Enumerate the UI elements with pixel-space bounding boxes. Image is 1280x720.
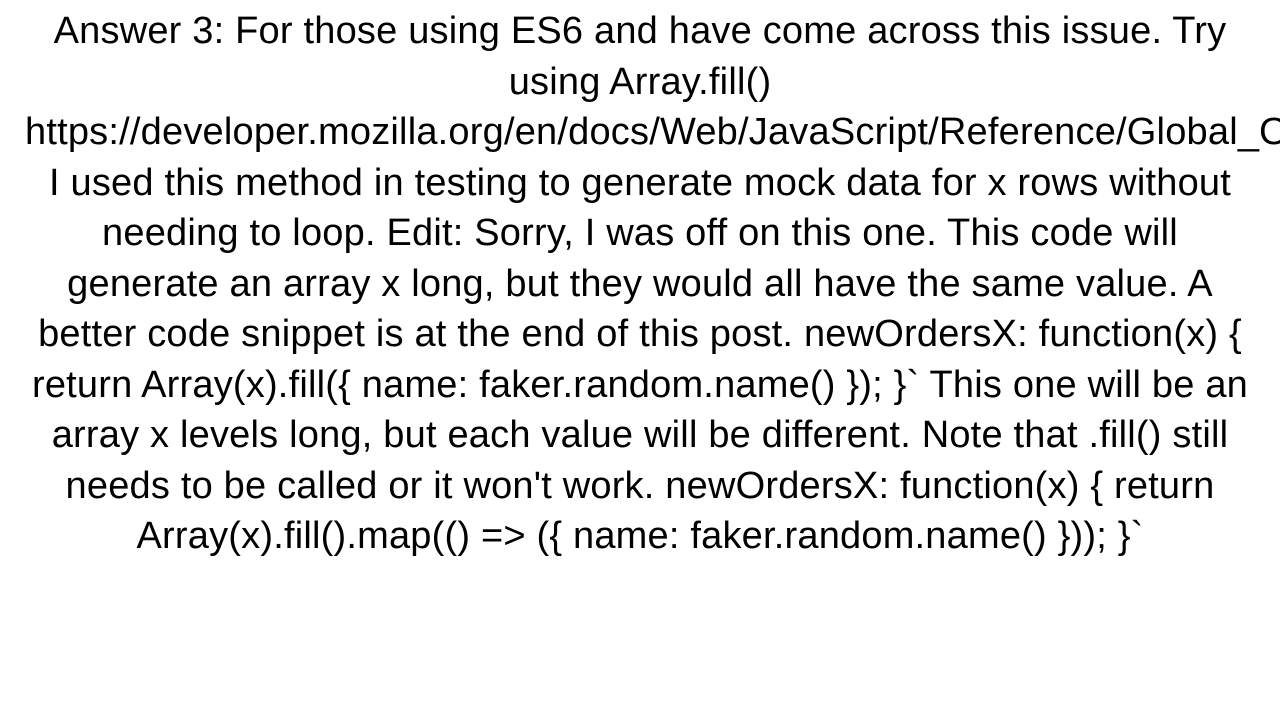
answer-text: Answer 3: For those using ES6 and have c… [25,0,1255,562]
